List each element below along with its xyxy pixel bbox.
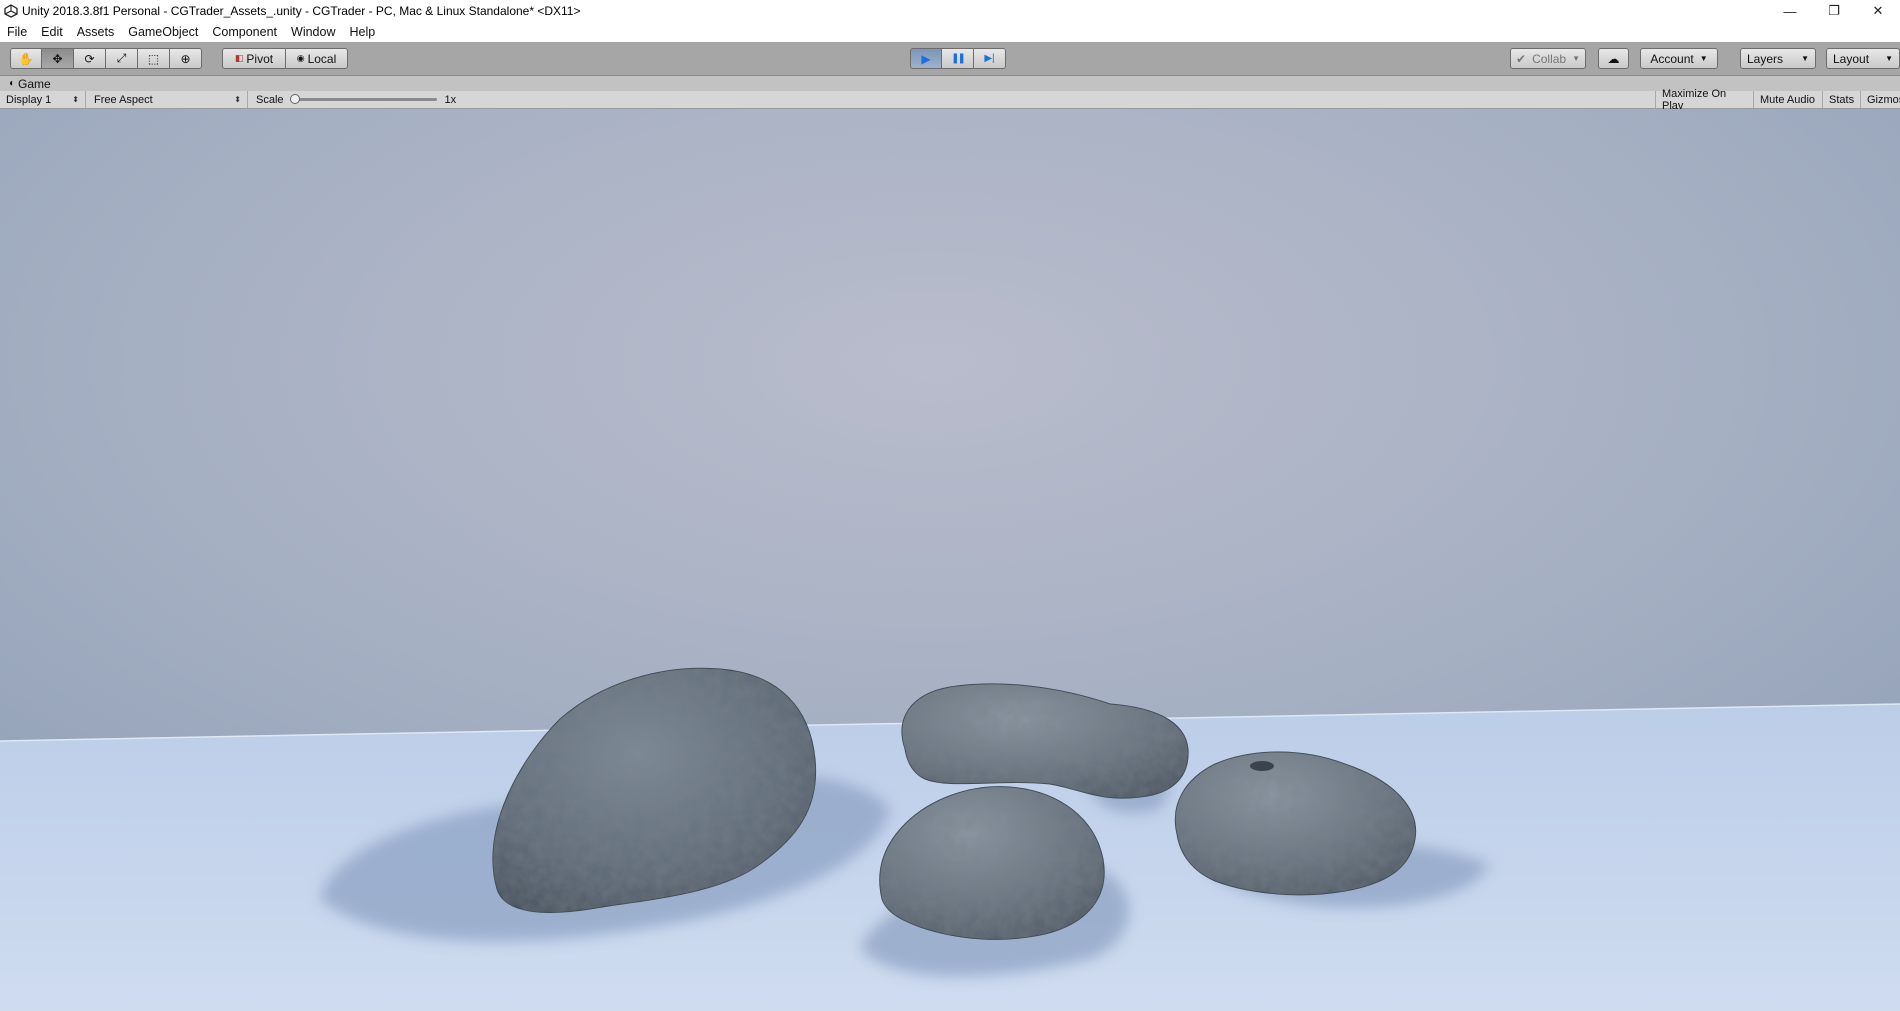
title-bar: Unity 2018.3.8f1 Personal - CGTrader_Ass…: [0, 0, 1900, 22]
collab-check-icon: ✔: [1516, 51, 1527, 66]
stats-toggle[interactable]: Stats: [1823, 91, 1861, 108]
maximize-on-play-toggle[interactable]: Maximize On Play: [1655, 88, 1754, 112]
layers-label: Layers: [1747, 51, 1784, 66]
collab-dropdown[interactable]: ✔ Collab ▼: [1510, 48, 1586, 69]
game-viewport[interactable]: [0, 109, 1900, 1011]
chevron-down-icon: ▼: [1885, 54, 1893, 63]
unity-logo-icon: [0, 0, 22, 22]
menu-assets[interactable]: Assets: [70, 22, 122, 42]
menu-file[interactable]: File: [0, 22, 34, 42]
display-label: Display 1: [6, 93, 52, 106]
restore-button[interactable]: ❐: [1812, 0, 1856, 22]
mute-audio-toggle[interactable]: Mute Audio: [1754, 91, 1823, 108]
collab-label: Collab: [1532, 51, 1567, 66]
cloud-button[interactable]: ☁: [1598, 48, 1629, 69]
mute-label: Mute Audio: [1760, 93, 1816, 106]
game-control-bar: Display 1 ⬍ Free Aspect ⬍ Scale 1x Maxim…: [0, 88, 1900, 112]
play-icon: ▶: [921, 51, 931, 66]
playback-controls: ▶ ❚❚ ▶|: [910, 48, 1006, 69]
collab-group: ✔ Collab ▼: [1510, 48, 1586, 69]
pivot-icon: ◧: [234, 53, 244, 63]
menu-help[interactable]: Help: [342, 22, 382, 42]
pivot-button[interactable]: ◧ Pivot: [222, 48, 286, 69]
rotate-tool-icon[interactable]: ⟳: [74, 48, 106, 69]
menu-bar: File Edit Assets GameObject Component Wi…: [0, 22, 1900, 42]
hand-tool-icon[interactable]: ✋: [10, 48, 42, 69]
rendered-scene: [0, 109, 1900, 1011]
pause-icon: ❚❚: [951, 53, 966, 64]
scale-tool-icon[interactable]: ⤢: [106, 48, 138, 69]
account-label: Account: [1650, 51, 1694, 66]
aspect-dropdown[interactable]: Free Aspect ⬍: [88, 91, 248, 108]
local-icon: ◉: [296, 53, 305, 63]
gizmos-label: Gizmos: [1867, 93, 1900, 106]
chevron-down-icon: ▼: [1801, 54, 1809, 63]
cloud-icon: ☁: [1607, 51, 1620, 66]
account-dropdown[interactable]: Account ▼: [1640, 48, 1718, 69]
main-toolbar: ✋ ✥ ⟳ ⤢ ⬚ ⊕ ◧ Pivot ◉ Local ▶ ❚❚ ▶| ✔ Co…: [0, 42, 1900, 76]
updown-arrow-icon: ⬍: [234, 95, 241, 104]
local-button[interactable]: ◉ Local: [286, 48, 348, 69]
step-button[interactable]: ▶|: [974, 48, 1006, 69]
tab-game[interactable]: ◖ Game: [0, 77, 51, 91]
play-button[interactable]: ▶: [910, 48, 942, 69]
stats-label: Stats: [1829, 93, 1855, 106]
game-pacman-icon: ◖: [8, 78, 15, 89]
transform-tool-icon[interactable]: ⊕: [170, 48, 202, 69]
gizmos-dropdown[interactable]: Gizmos: [1861, 91, 1900, 108]
display-dropdown[interactable]: Display 1 ⬍: [0, 91, 86, 108]
layout-label: Layout: [1833, 51, 1870, 66]
scale-label: Scale: [256, 93, 284, 106]
pivot-label: Pivot: [246, 51, 274, 66]
account-group: Account ▼: [1640, 48, 1718, 69]
menu-edit[interactable]: Edit: [34, 22, 70, 42]
rect-tool-icon[interactable]: ⬚: [138, 48, 170, 69]
move-tool-icon[interactable]: ✥: [42, 48, 74, 69]
menu-gameobject[interactable]: GameObject: [121, 22, 205, 42]
local-label: Local: [307, 51, 337, 66]
cloud-group: ☁: [1598, 48, 1629, 69]
chevron-down-icon: ▼: [1699, 54, 1708, 63]
menu-window[interactable]: Window: [284, 22, 342, 42]
menu-component[interactable]: Component: [205, 22, 284, 42]
scale-value: 1x: [444, 93, 457, 106]
scale-slider-handle[interactable]: [289, 94, 300, 104]
window-title: Unity 2018.3.8f1 Personal - CGTrader_Ass…: [22, 4, 581, 18]
transform-tools: ✋ ✥ ⟳ ⤢ ⬚ ⊕: [10, 48, 202, 69]
updown-arrow-icon: ⬍: [72, 95, 79, 104]
layout-dropdown[interactable]: Layout ▼: [1826, 48, 1900, 69]
layout-group: Layout ▼: [1826, 48, 1900, 69]
minimize-button[interactable]: —: [1768, 0, 1812, 22]
game-tab-row: ◖ Game: [0, 76, 1900, 91]
maximize-label: Maximize On Play: [1662, 87, 1727, 112]
pause-button[interactable]: ❚❚: [942, 48, 974, 69]
step-icon: ▶|: [984, 53, 995, 64]
close-button[interactable]: ✕: [1856, 0, 1900, 22]
aspect-label: Free Aspect: [94, 93, 153, 106]
scale-control: Scale 1x: [250, 91, 465, 108]
game-tab-label: Game: [18, 76, 51, 91]
scale-slider[interactable]: [289, 94, 437, 104]
layers-dropdown[interactable]: Layers ▼: [1740, 48, 1816, 69]
pivot-toggles: ◧ Pivot ◉ Local: [222, 48, 348, 69]
layers-group: Layers ▼: [1740, 48, 1816, 69]
chevron-down-icon: ▼: [1572, 54, 1581, 63]
